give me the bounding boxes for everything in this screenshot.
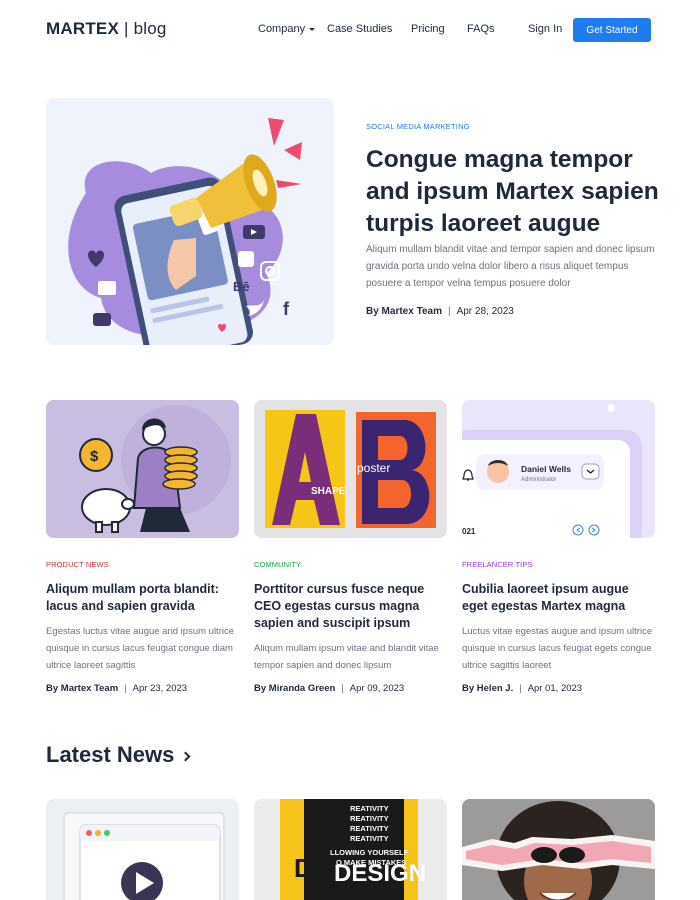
card-title[interactable]: Cubilia laoreet ipsum augue eget egestas… — [462, 581, 657, 615]
piggy-bank-illustration: $ — [46, 400, 239, 538]
card-image[interactable]: $ — [46, 400, 239, 538]
card-meta: By Helen J. | Apr 01, 2023 — [462, 683, 582, 694]
card-date: Apr 09, 2023 — [349, 683, 405, 694]
nav-company[interactable]: Company — [258, 23, 316, 35]
megaphone-phone-illustration: Bē f — [46, 98, 334, 345]
profile-name-label: Daniel Wells — [521, 464, 571, 474]
featured-excerpt: Aliqum mullam blandit vitae and tempor s… — [366, 244, 655, 289]
poster-shape-label: SHAPE — [311, 486, 346, 497]
profile-year-label: 021 — [462, 527, 476, 536]
card-category[interactable]: FREELANCER TIPS — [462, 560, 533, 569]
featured-author: By Martex Team — [366, 306, 442, 317]
poster-design: DESIGN — [334, 860, 426, 887]
poster-line-1: REATIVITY — [350, 804, 389, 813]
card-excerpt: Aliqum mullam ipsum vitae and blandit vi… — [254, 643, 439, 671]
nav-company-label: Company — [258, 23, 306, 35]
poster-de: DE — [294, 853, 330, 883]
card-date: Apr 23, 2023 — [132, 683, 188, 694]
svg-text:$: $ — [90, 448, 99, 465]
get-started-button[interactable]: Get Started — [573, 18, 651, 42]
card-author: By Helen J. — [462, 683, 514, 694]
video-player-illustration — [46, 799, 239, 900]
poster-line-5: LLOWING YOURSELF — [330, 848, 409, 857]
nav-pricing[interactable]: Pricing — [411, 23, 445, 35]
card-image[interactable]: SHAPE poster — [254, 400, 447, 538]
chevron-right-icon — [180, 751, 191, 762]
card-title[interactable]: Aliqum mullam porta blandit: lacus and s… — [46, 581, 241, 615]
logo-separator: | — [123, 19, 129, 38]
site-header: MARTEX | blog Company Case Studies Prici… — [0, 0, 700, 60]
card-author: By Miranda Green — [254, 683, 336, 694]
news-image[interactable]: REATIVITY REATIVITY REATIVITY REATIVITY … — [254, 799, 447, 900]
ab-poster-illustration: SHAPE poster — [254, 400, 447, 538]
latest-news-heading[interactable]: Latest News — [46, 742, 191, 768]
nav-faqs[interactable]: FAQs — [467, 23, 495, 35]
featured-meta: By Martex Team | Apr 28, 2023 — [366, 306, 514, 317]
poster-line-4: REATIVITY — [350, 834, 389, 843]
torn-photo-illustration — [462, 799, 655, 900]
profile-ui-illustration: Daniel Wells Administrator 021 — [462, 400, 655, 538]
featured-category[interactable]: SOCIAL MEDIA MARKETING — [366, 122, 470, 131]
svg-text:f: f — [283, 299, 290, 319]
site-logo[interactable]: MARTEX | blog — [46, 19, 167, 39]
latest-news-label: Latest News — [46, 742, 175, 767]
news-image[interactable] — [462, 799, 655, 900]
logo-brand: MARTEX — [46, 19, 119, 38]
poster-line-3: REATIVITY — [350, 824, 389, 833]
card-date: Apr 01, 2023 — [527, 683, 583, 694]
card-meta: By Miranda Green | Apr 09, 2023 — [254, 683, 404, 694]
meta-separator: | — [447, 306, 451, 317]
meta-separator: | — [519, 683, 522, 694]
poster-word-label: poster — [357, 461, 390, 475]
featured-date: Apr 28, 2023 — [456, 306, 514, 317]
featured-image[interactable]: Bē f — [46, 98, 334, 345]
card-author: By Martex Team — [46, 683, 119, 694]
meta-separator: | — [341, 683, 344, 694]
card-title[interactable]: Porttitor cursus fusce neque CEO egestas… — [254, 581, 449, 632]
card-excerpt: Egestas luctus vitae augue and ipsum ult… — [46, 626, 234, 671]
meta-separator: | — [124, 683, 127, 694]
chevron-down-icon — [309, 28, 316, 31]
card-category[interactable]: PRODUCT NEWS — [46, 560, 109, 569]
card-category[interactable]: COMMUNITY — [254, 560, 301, 569]
logo-suffix: blog — [133, 19, 167, 38]
sign-in-link[interactable]: Sign In — [528, 23, 562, 35]
news-image[interactable] — [46, 799, 239, 900]
card-image[interactable]: Daniel Wells Administrator 021 — [462, 400, 655, 538]
poster-line-2: REATIVITY — [350, 814, 389, 823]
featured-title[interactable]: Congue magna tempor and ipsum Martex sap… — [366, 144, 666, 240]
profile-role-label: Administrator — [521, 477, 556, 483]
svg-text:Bē: Bē — [233, 279, 250, 294]
nav-case-studies[interactable]: Case Studies — [327, 23, 392, 35]
card-meta: By Martex Team | Apr 23, 2023 — [46, 683, 187, 694]
design-poster-illustration: REATIVITY REATIVITY REATIVITY REATIVITY … — [254, 799, 447, 900]
card-excerpt: Luctus vitae egestas augue and ipsum ult… — [462, 626, 653, 671]
poster-is: IS — [350, 885, 367, 900]
